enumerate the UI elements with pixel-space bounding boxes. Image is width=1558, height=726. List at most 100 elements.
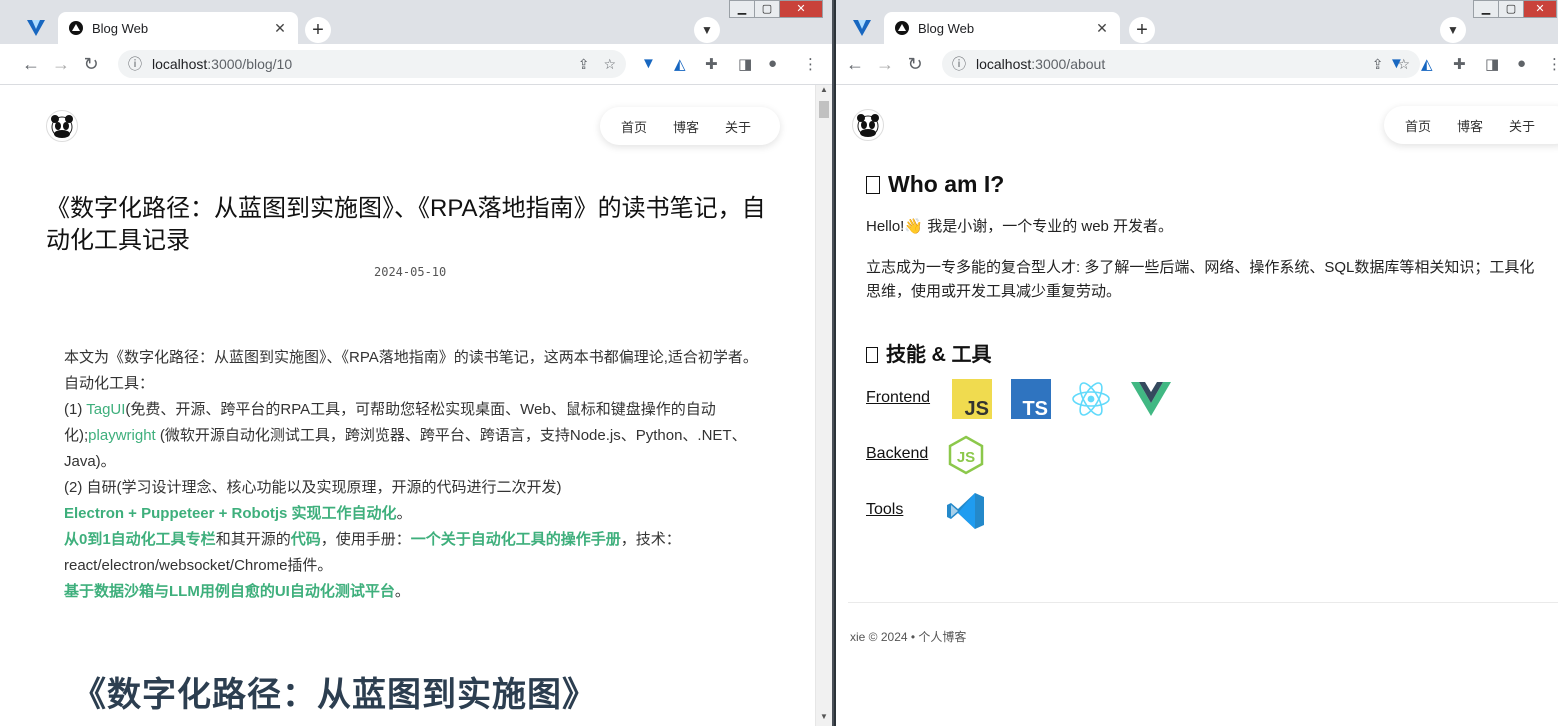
pinned-tab[interactable] <box>18 12 54 44</box>
svg-text:TS: TS <box>1022 398 1048 419</box>
column-link[interactable]: 从0到1自动化工具专栏 <box>64 531 216 548</box>
post-title: 《数字化路径：从蓝图到实施图》、《RPA落地指南》的读书笔记，自动化工具记录 <box>46 195 766 254</box>
post-date: 2024-05-10 <box>374 265 447 279</box>
site-avatar[interactable] <box>852 109 884 141</box>
vuetify-icon <box>853 20 871 36</box>
nav-home-link[interactable]: 首页 <box>1392 116 1444 135</box>
site-info-icon[interactable]: ⓘ <box>952 54 966 74</box>
back-icon[interactable]: ← <box>840 54 870 75</box>
extension-triangle-icon[interactable]: ◭ <box>1421 55 1433 73</box>
share-icon[interactable]: ⇪ <box>578 56 590 73</box>
profile-icon[interactable]: ● <box>1517 55 1526 72</box>
skill-frontend-label[interactable]: Frontend <box>866 389 930 407</box>
profile-icon[interactable]: ● <box>768 55 777 72</box>
close-tab-icon[interactable]: ✕ <box>1094 20 1110 37</box>
bookmark-star-icon[interactable]: ☆ <box>603 56 616 73</box>
maximize-button[interactable]: ▢ <box>1498 0 1524 18</box>
vuetify-extension-icon[interactable]: ▼ <box>1389 55 1404 72</box>
tab-strip: Blog Web ✕ + ▼ ▁ ▢ ✕ <box>0 0 832 44</box>
menu-kebab-icon[interactable]: ⋮ <box>1547 55 1558 73</box>
post-body: 本文为《数字化路径：从蓝图到实施图》、《RPA落地指南》的读书笔记，这两本书都偏… <box>64 345 764 605</box>
panda-icon <box>51 115 73 138</box>
window-controls: ▁ ▢ ✕ <box>729 0 823 18</box>
scroll-down-icon[interactable]: ▼ <box>816 712 832 726</box>
side-panel-icon[interactable]: ◨ <box>1485 55 1499 73</box>
tab-strip: Blog Web ✕ + ▼ ▁ ▢ ✕ <box>836 0 1558 44</box>
tab-search-button[interactable]: ▼ <box>694 17 720 43</box>
nav-blog-link[interactable]: 博客 <box>660 117 712 136</box>
site-info-icon[interactable]: ⓘ <box>128 54 142 74</box>
panda-icon <box>857 114 879 137</box>
forward-icon[interactable]: → <box>870 54 900 75</box>
top-nav: 首页 博客 关于 <box>1384 106 1558 144</box>
typescript-icon: TS <box>1011 379 1051 420</box>
address-bar[interactable]: ⓘ localhost:3000/about ⇪ ☆ <box>942 50 1420 78</box>
tagui-link[interactable]: TagUI <box>86 401 125 418</box>
side-panel-icon[interactable]: ◨ <box>738 55 752 73</box>
browser-toolbar: ← → ↻ ⓘ localhost:3000/about ⇪ ☆ ▼ ◭ ✚ ◨… <box>836 44 1558 85</box>
footer-text: xie © 2024 • 个人博客 <box>850 630 967 644</box>
electron-article-link[interactable]: Electron + Puppeteer + Robotjs 实现工作自动化 <box>64 505 397 522</box>
electron-line: Electron + Puppeteer + Robotjs 实现工作自动化。 <box>64 505 412 522</box>
window-close-button[interactable]: ✕ <box>779 0 823 18</box>
page-scrollbar[interactable]: ▲ ▼ <box>815 85 832 726</box>
vuetify-icon <box>27 20 45 36</box>
menu-kebab-icon[interactable]: ⋮ <box>803 55 818 73</box>
svg-text:JS: JS <box>965 398 989 419</box>
missing-glyph-icon <box>866 347 878 363</box>
vue-icon <box>1131 379 1171 419</box>
skill-tools-label[interactable]: Tools <box>866 501 903 519</box>
reload-icon[interactable]: ↻ <box>900 54 930 75</box>
maximize-button[interactable]: ▢ <box>754 0 780 18</box>
tab-blog-web[interactable]: Blog Web ✕ <box>884 12 1120 44</box>
top-nav: 首页 博客 关于 <box>600 107 780 145</box>
extensions-puzzle-icon[interactable]: ✚ <box>1453 55 1466 73</box>
pinned-tab[interactable] <box>844 12 880 44</box>
vuetify-extension-icon[interactable]: ▼ <box>641 55 656 72</box>
site-favicon-icon <box>894 20 910 36</box>
tools-item-2: (2) 自研(学习设计理念、核心功能以及实现原理，开源的代码进行二次开发) <box>64 479 562 496</box>
tab-search-button[interactable]: ▼ <box>1440 17 1466 43</box>
address-bar[interactable]: ⓘ localhost:3000/blog/10 ⇪ ☆ <box>118 50 626 78</box>
intro-paragraph: 本文为《数字化路径：从蓝图到实施图》、《RPA落地指南》的读书笔记，这两本书都偏… <box>64 349 758 366</box>
browser-window-left: Blog Web ✕ + ▼ ▁ ▢ ✕ ← → ↻ ⓘ localhost:3… <box>0 0 834 726</box>
scroll-up-icon[interactable]: ▲ <box>816 85 832 99</box>
platform-link[interactable]: 基于数据沙箱与LLM用例自愈的UI自动化测试平台 <box>64 583 395 600</box>
skill-backend-label[interactable]: Backend <box>866 445 928 463</box>
minimize-button[interactable]: ▁ <box>1473 0 1499 18</box>
close-tab-icon[interactable]: ✕ <box>272 20 288 37</box>
reload-icon[interactable]: ↻ <box>76 54 106 75</box>
platform-line: 基于数据沙箱与LLM用例自愈的UI自动化测试平台。 <box>64 583 410 600</box>
site-favicon-icon <box>68 20 84 36</box>
manual-link[interactable]: 一个关于自动化工具的操作手册 <box>411 531 621 548</box>
window-close-button[interactable]: ✕ <box>1523 0 1557 18</box>
nav-home-link[interactable]: 首页 <box>608 117 660 136</box>
who-am-i-heading: Who am I? <box>866 171 1004 198</box>
skills-heading: 技能 & 工具 <box>866 338 992 367</box>
tab-blog-web[interactable]: Blog Web ✕ <box>58 12 298 44</box>
column-line: 从0到1自动化工具专栏和其开源的代码，使用手册：一个关于自动化工具的操作手册，技… <box>64 531 681 574</box>
browser-toolbar: ← → ↻ ⓘ localhost:3000/blog/10 ⇪ ☆ ▼ ◭ ✚… <box>0 44 832 85</box>
minimize-button[interactable]: ▁ <box>729 0 755 18</box>
code-link[interactable]: 代码 <box>291 531 321 548</box>
new-tab-button[interactable]: + <box>305 17 331 43</box>
scroll-thumb[interactable] <box>819 101 829 118</box>
share-icon[interactable]: ⇪ <box>1372 56 1384 73</box>
nav-about-link[interactable]: 关于 <box>712 117 764 136</box>
url-text: localhost:3000/about <box>976 56 1106 72</box>
nav-about-link[interactable]: 关于 <box>1496 116 1548 135</box>
section-heading: 《数字化路径：从蓝图到实施图》 <box>72 676 597 714</box>
forward-icon[interactable]: → <box>46 54 76 75</box>
site-avatar[interactable] <box>46 110 78 142</box>
javascript-icon: JS <box>952 379 992 420</box>
footer-divider <box>848 602 1558 603</box>
extensions-puzzle-icon[interactable]: ✚ <box>705 55 718 73</box>
back-icon[interactable]: ← <box>16 54 46 75</box>
playwright-link[interactable]: playwright <box>88 427 156 444</box>
tab-title: Blog Web <box>92 20 149 36</box>
nav-blog-link[interactable]: 博客 <box>1444 116 1496 135</box>
hello-text: Hello!👋 我是小谢，一个专业的 web 开发者。 <box>866 218 1174 235</box>
url-text: localhost:3000/blog/10 <box>152 56 293 72</box>
new-tab-button[interactable]: + <box>1129 17 1155 43</box>
extension-triangle-icon[interactable]: ◭ <box>674 55 686 73</box>
